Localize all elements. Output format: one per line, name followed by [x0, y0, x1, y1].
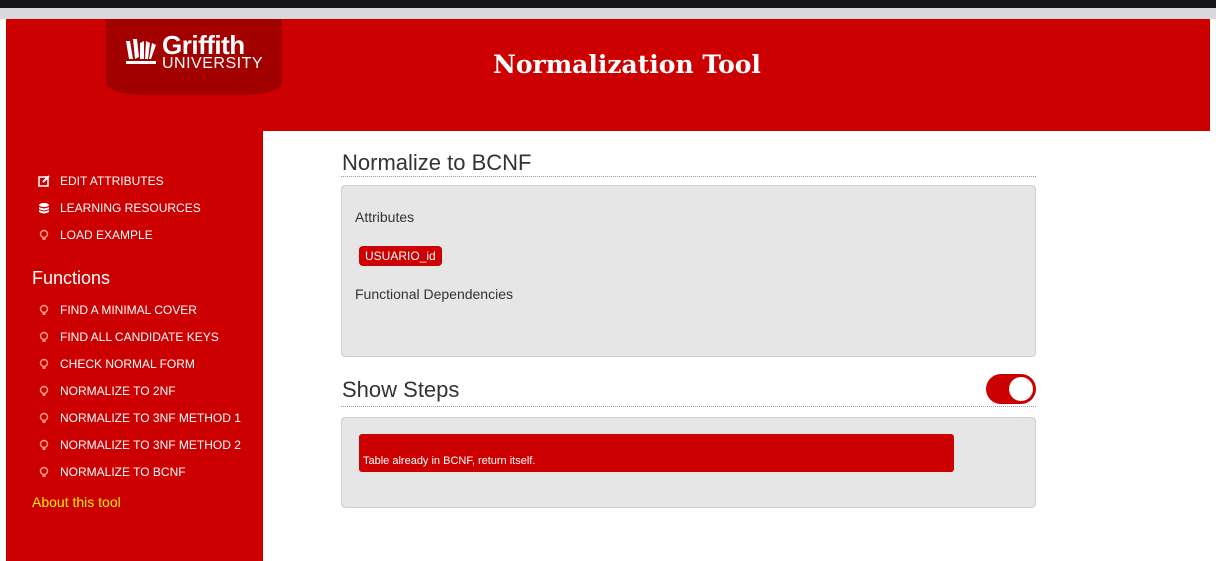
sidebar-item-label: NORMALIZE TO 2NF: [60, 384, 176, 398]
attributes-panel: [341, 185, 1036, 357]
page-title: Normalization Tool: [493, 50, 761, 79]
browser-top-strip: [0, 0, 1216, 19]
sidebar-item-label: FIND A MINIMAL COVER: [60, 303, 197, 317]
lightbulb-icon: [39, 331, 49, 342]
sidebar-item-label: LOAD EXAMPLE: [60, 228, 153, 242]
griffith-logo[interactable]: Griffith UNIVERSITY: [106, 19, 282, 95]
database-icon: [39, 203, 49, 214]
functions-heading: Functions: [32, 268, 111, 288]
sidebar-item-label: NORMALIZE TO 3NF METHOD 1: [60, 411, 241, 425]
functional-dependencies-label: Functional Dependencies: [355, 286, 513, 302]
about-link[interactable]: About this tool: [32, 494, 121, 510]
attributes-label: Attributes: [355, 209, 415, 225]
sidebar-item-load-example[interactable]: LOAD EXAMPLE: [38, 227, 153, 243]
sidebar-item-label: LEARNING RESOURCES: [60, 201, 201, 215]
app-header: Griffith UNIVERSITY Normalization Tool: [6, 19, 1210, 131]
griffith-logo-icon: [126, 39, 156, 64]
sidebar-item-edit-attributes[interactable]: EDIT ATTRIBUTES: [38, 173, 164, 189]
sidebar-item-minimal-cover[interactable]: FIND A MINIMAL COVER: [38, 302, 197, 318]
sidebar-item-label: EDIT ATTRIBUTES: [60, 174, 164, 188]
lightbulb-icon: [39, 412, 49, 423]
heading-rule: [341, 406, 1036, 407]
sidebar-item-normalize-2nf[interactable]: NORMALIZE TO 2NF: [38, 383, 176, 399]
logo-name: Griffith: [162, 30, 245, 60]
sidebar: EDIT ATTRIBUTES LEARNING RESOURCES LOAD …: [6, 131, 263, 561]
attribute-chip[interactable]: USUARIO_id: [359, 246, 442, 266]
lightbulb-icon: [39, 304, 49, 315]
sidebar-item-label: CHECK NORMAL FORM: [60, 357, 195, 371]
lightbulb-icon: [39, 385, 49, 396]
sidebar-item-label: NORMALIZE TO BCNF: [60, 465, 186, 479]
section-title-normalize: Normalize to BCNF: [342, 150, 532, 175]
lightbulb-icon: [39, 466, 49, 477]
sidebar-item-check-normal-form[interactable]: CHECK NORMAL FORM: [38, 356, 195, 372]
section-title-show-steps: Show Steps: [342, 377, 460, 402]
sidebar-item-candidate-keys[interactable]: FIND ALL CANDIDATE KEYS: [38, 329, 219, 345]
logo-subtitle: UNIVERSITY: [162, 55, 264, 72]
edit-icon: [38, 175, 50, 187]
step-message-text: Table already in BCNF, return itself.: [363, 455, 536, 467]
step-message: Table already in BCNF, return itself.: [359, 434, 954, 472]
sidebar-item-normalize-bcnf[interactable]: NORMALIZE TO BCNF: [38, 464, 186, 480]
show-steps-toggle[interactable]: [986, 374, 1036, 404]
lightbulb-icon: [39, 358, 49, 369]
sidebar-item-label: NORMALIZE TO 3NF METHOD 2: [60, 438, 241, 452]
lightbulb-icon: [39, 229, 49, 240]
browser-top-dark-strip: [0, 0, 1216, 8]
toggle-knob: [1009, 377, 1033, 401]
sidebar-item-normalize-3nf-method-2[interactable]: NORMALIZE TO 3NF METHOD 2: [38, 437, 241, 453]
lightbulb-icon: [39, 439, 49, 450]
sidebar-item-normalize-3nf-method-1[interactable]: NORMALIZE TO 3NF METHOD 1: [38, 410, 241, 426]
heading-rule: [341, 176, 1036, 177]
sidebar-item-label: FIND ALL CANDIDATE KEYS: [60, 330, 219, 344]
sidebar-item-learning-resources[interactable]: LEARNING RESOURCES: [38, 200, 201, 216]
